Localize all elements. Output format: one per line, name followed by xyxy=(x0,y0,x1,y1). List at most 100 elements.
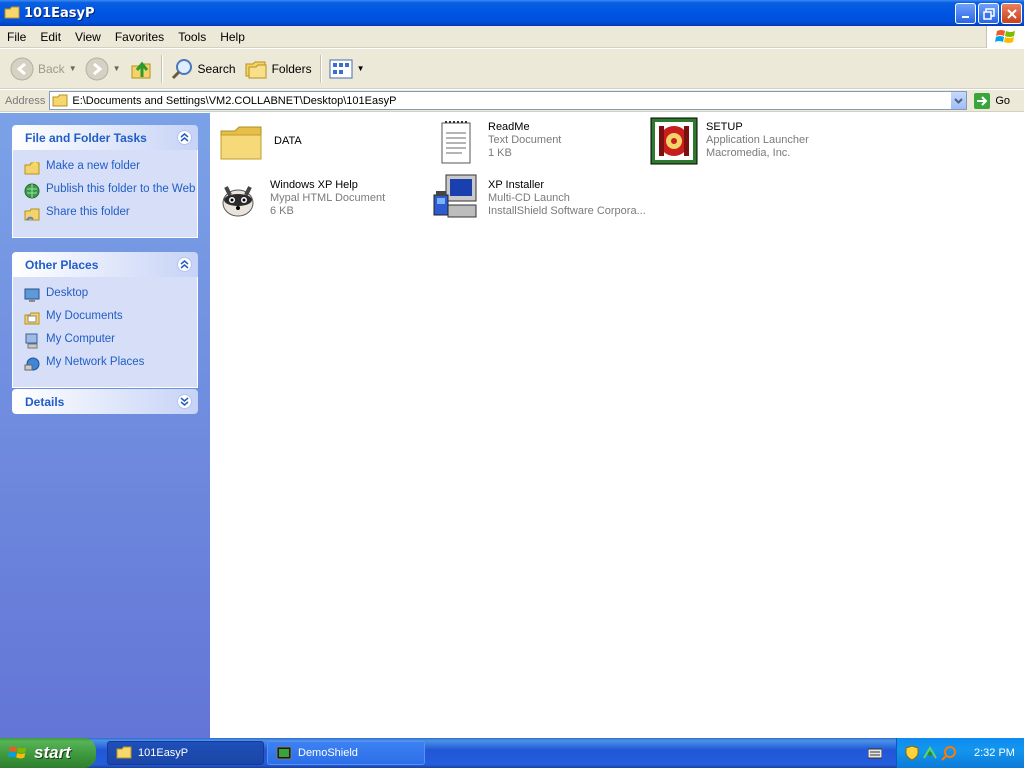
back-button[interactable]: Back ▼ xyxy=(6,53,81,85)
file-item-setup[interactable]: SETUP Application Launcher Macromedia, I… xyxy=(650,117,809,165)
file-type: Multi-CD Launch xyxy=(488,192,570,204)
file-type: Mypal HTML Document xyxy=(270,192,386,204)
file-type: Application Launcher xyxy=(706,134,809,146)
place-label: My Documents xyxy=(46,310,123,322)
task-share-folder[interactable]: Share this folder xyxy=(24,206,197,222)
file-name: XP Installer xyxy=(488,179,545,191)
taskbar-item-101easyp[interactable]: 101EasyP xyxy=(107,741,264,765)
menu-view[interactable]: View xyxy=(68,30,108,44)
forward-button[interactable]: ▼ xyxy=(81,53,125,85)
close-button[interactable] xyxy=(1001,3,1022,24)
menu-favorites[interactable]: Favorites xyxy=(108,30,171,44)
place-my-computer[interactable]: My Computer xyxy=(24,333,197,349)
security-shield-icon[interactable] xyxy=(905,745,919,761)
views-dropdown-icon[interactable]: ▼ xyxy=(357,64,365,73)
place-label: My Computer xyxy=(46,333,116,345)
file-item-data[interactable]: DATA xyxy=(218,119,302,167)
collapse-icon[interactable] xyxy=(177,130,192,145)
new-folder-icon xyxy=(24,161,40,175)
start-label: start xyxy=(34,743,71,762)
go-arrow-icon xyxy=(974,92,991,109)
my-documents-icon xyxy=(24,312,40,325)
expand-icon[interactable] xyxy=(177,394,192,409)
views-button[interactable]: ▼ xyxy=(325,53,369,85)
up-folder-button[interactable] xyxy=(125,53,157,85)
share-folder-icon xyxy=(24,208,40,221)
chevron-down-icon xyxy=(954,97,964,104)
panel-title: Other Places xyxy=(25,257,99,272)
address-bar: Address E:\Documents and Settings\VM2.CO… xyxy=(0,90,1024,112)
task-pane: File and Folder Tasks Make a new folder … xyxy=(0,113,210,738)
go-button[interactable]: Go xyxy=(973,92,1010,110)
desktop-icon xyxy=(24,288,40,302)
file-detail: 1 KB xyxy=(488,147,512,159)
file-detail: InstallShield Software Corpora... xyxy=(488,205,646,217)
toolbar: Back ▼ ▼ Search Folders ▼ xyxy=(0,49,1024,89)
minimize-button[interactable] xyxy=(955,3,976,24)
go-label: Go xyxy=(995,94,1011,107)
forward-arrow-icon xyxy=(85,57,109,80)
place-my-network-places[interactable]: My Network Places xyxy=(24,356,197,372)
panel-header[interactable]: Details xyxy=(12,389,198,414)
views-icon xyxy=(329,59,353,78)
minimize-icon xyxy=(961,15,969,18)
demoshield-icon xyxy=(276,746,292,760)
file-name: SETUP xyxy=(706,121,743,133)
window-title: 101EasyP xyxy=(24,5,95,21)
folder-icon xyxy=(52,94,68,106)
file-view: DATA ReadMe Text Document 1 KB SETUP App… xyxy=(210,113,1024,738)
search-button[interactable]: Search xyxy=(166,53,240,85)
toolbar-separator xyxy=(160,54,162,83)
task-make-new-folder[interactable]: Make a new folder xyxy=(24,160,197,176)
search-assistant-icon[interactable] xyxy=(941,745,957,761)
address-input[interactable]: E:\Documents and Settings\VM2.COLLABNET\… xyxy=(49,91,968,110)
panel-header[interactable]: Other Places xyxy=(12,252,198,277)
network-places-icon xyxy=(24,357,40,371)
address-path: E:\Documents and Settings\VM2.COLLABNET\… xyxy=(72,94,397,107)
restore-button[interactable] xyxy=(978,3,999,24)
folders-label: Folders xyxy=(271,61,312,76)
file-item-xp-installer[interactable]: XP Installer Multi-CD Launch InstallShie… xyxy=(432,173,646,221)
keyboard-icon[interactable] xyxy=(868,746,882,760)
menu-edit[interactable]: Edit xyxy=(33,30,68,44)
forward-dropdown-icon[interactable]: ▼ xyxy=(113,64,121,73)
toolbar-separator xyxy=(319,54,321,83)
clock: 2:32 PM xyxy=(974,747,1015,759)
folder-icon xyxy=(220,126,262,160)
place-desktop[interactable]: Desktop xyxy=(24,287,197,303)
windows-logo-icon xyxy=(8,746,27,759)
back-arrow-icon xyxy=(10,57,34,80)
task-label: Share this folder xyxy=(46,206,130,218)
task-publish-folder[interactable]: Publish this folder to the Web xyxy=(24,183,197,199)
system-tray: 2:32 PM xyxy=(896,738,1024,768)
taskbar-item-label: 101EasyP xyxy=(138,747,189,759)
menu-tools[interactable]: Tools xyxy=(171,30,213,44)
address-dropdown-button[interactable] xyxy=(950,92,967,109)
address-label: Address xyxy=(5,94,46,107)
raccoon-html-icon xyxy=(222,186,254,217)
network-icon[interactable] xyxy=(922,745,938,761)
start-button[interactable]: start xyxy=(0,738,96,768)
file-detail: 6 KB xyxy=(270,205,294,217)
panel-header[interactable]: File and Folder Tasks xyxy=(12,125,198,150)
search-label: Search xyxy=(197,61,236,76)
task-label: Make a new folder xyxy=(46,160,140,172)
menu-help[interactable]: Help xyxy=(213,30,252,44)
file-item-windows-xp-help[interactable]: Windows XP Help Mypal HTML Document 6 KB xyxy=(214,173,385,221)
menu-file[interactable]: File xyxy=(0,30,33,44)
details-panel: Details xyxy=(12,389,198,414)
collapse-icon[interactable] xyxy=(177,257,192,272)
place-my-documents[interactable]: My Documents xyxy=(24,310,197,326)
folders-button[interactable]: Folders xyxy=(240,53,316,85)
taskbar-item-demoshield[interactable]: DemoShield xyxy=(267,741,425,765)
my-computer-icon xyxy=(25,333,38,349)
setup-app-icon xyxy=(650,117,698,165)
back-dropdown-icon[interactable]: ▼ xyxy=(69,64,77,73)
taskbar: start 101EasyP DemoShield 2:32 PM xyxy=(0,738,1024,768)
windows-logo-icon xyxy=(986,26,1024,48)
title-bar[interactable]: 101EasyP xyxy=(0,0,1024,26)
taskbar-item-label: DemoShield xyxy=(298,747,358,759)
file-name: Windows XP Help xyxy=(270,179,358,191)
folder-icon xyxy=(4,6,20,19)
file-item-readme[interactable]: ReadMe Text Document 1 KB xyxy=(432,119,561,167)
